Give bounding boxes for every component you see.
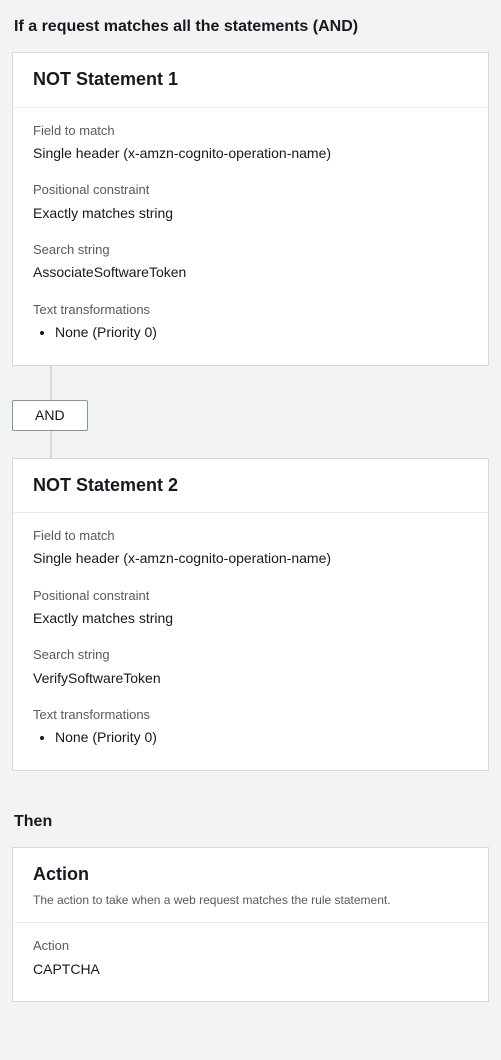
statement-header: NOT Statement 1 [13, 53, 488, 106]
statement-card: NOT Statement 2 Field to match Single he… [12, 458, 489, 771]
statement-title: NOT Statement 2 [33, 473, 468, 498]
and-badge: AND [12, 400, 88, 432]
field-value: CAPTCHA [33, 960, 468, 980]
action-card: Action The action to take when a web req… [12, 847, 489, 1002]
action-field: Action CAPTCHA [33, 937, 468, 979]
search-string: Search string VerifySoftwareToken [33, 646, 468, 688]
field-label: Text transformations [33, 301, 468, 319]
text-transformations: Text transformations None (Priority 0) [33, 301, 468, 343]
field-label: Field to match [33, 527, 468, 545]
statement-card: NOT Statement 1 Field to match Single he… [12, 52, 489, 365]
field-label: Search string [33, 241, 468, 259]
action-header: Action The action to take when a web req… [13, 848, 488, 922]
field-value: Single header (x-amzn-cognito-operation-… [33, 144, 468, 164]
statement-header: NOT Statement 2 [13, 459, 488, 512]
transform-item: None (Priority 0) [55, 323, 468, 343]
field-label: Search string [33, 646, 468, 664]
field-label: Positional constraint [33, 587, 468, 605]
action-subtitle: The action to take when a web request ma… [33, 892, 468, 909]
field-label: Field to match [33, 122, 468, 140]
field-label: Positional constraint [33, 181, 468, 199]
field-value: Exactly matches string [33, 609, 468, 629]
action-title: Action [33, 862, 468, 887]
field-value: VerifySoftwareToken [33, 669, 468, 689]
statement-body: Field to match Single header (x-amzn-cog… [13, 512, 488, 770]
field-label: Text transformations [33, 706, 468, 724]
match-section-heading: If a request matches all the statements … [14, 16, 489, 38]
statement-title: NOT Statement 1 [33, 67, 468, 92]
action-body: Action CAPTCHA [13, 922, 488, 1001]
field-to-match: Field to match Single header (x-amzn-cog… [33, 122, 468, 164]
field-value: AssociateSoftwareToken [33, 263, 468, 283]
search-string: Search string AssociateSoftwareToken [33, 241, 468, 283]
field-value: Exactly matches string [33, 204, 468, 224]
field-label: Action [33, 937, 468, 955]
field-value: Single header (x-amzn-cognito-operation-… [33, 549, 468, 569]
statement-body: Field to match Single header (x-amzn-cog… [13, 107, 488, 365]
transform-list: None (Priority 0) [33, 728, 468, 748]
then-section-heading: Then [14, 811, 489, 833]
text-transformations: Text transformations None (Priority 0) [33, 706, 468, 748]
transform-list: None (Priority 0) [33, 323, 468, 343]
positional-constraint: Positional constraint Exactly matches st… [33, 181, 468, 223]
positional-constraint: Positional constraint Exactly matches st… [33, 587, 468, 629]
logical-connector: AND [12, 366, 489, 458]
transform-item: None (Priority 0) [55, 728, 468, 748]
field-to-match: Field to match Single header (x-amzn-cog… [33, 527, 468, 569]
